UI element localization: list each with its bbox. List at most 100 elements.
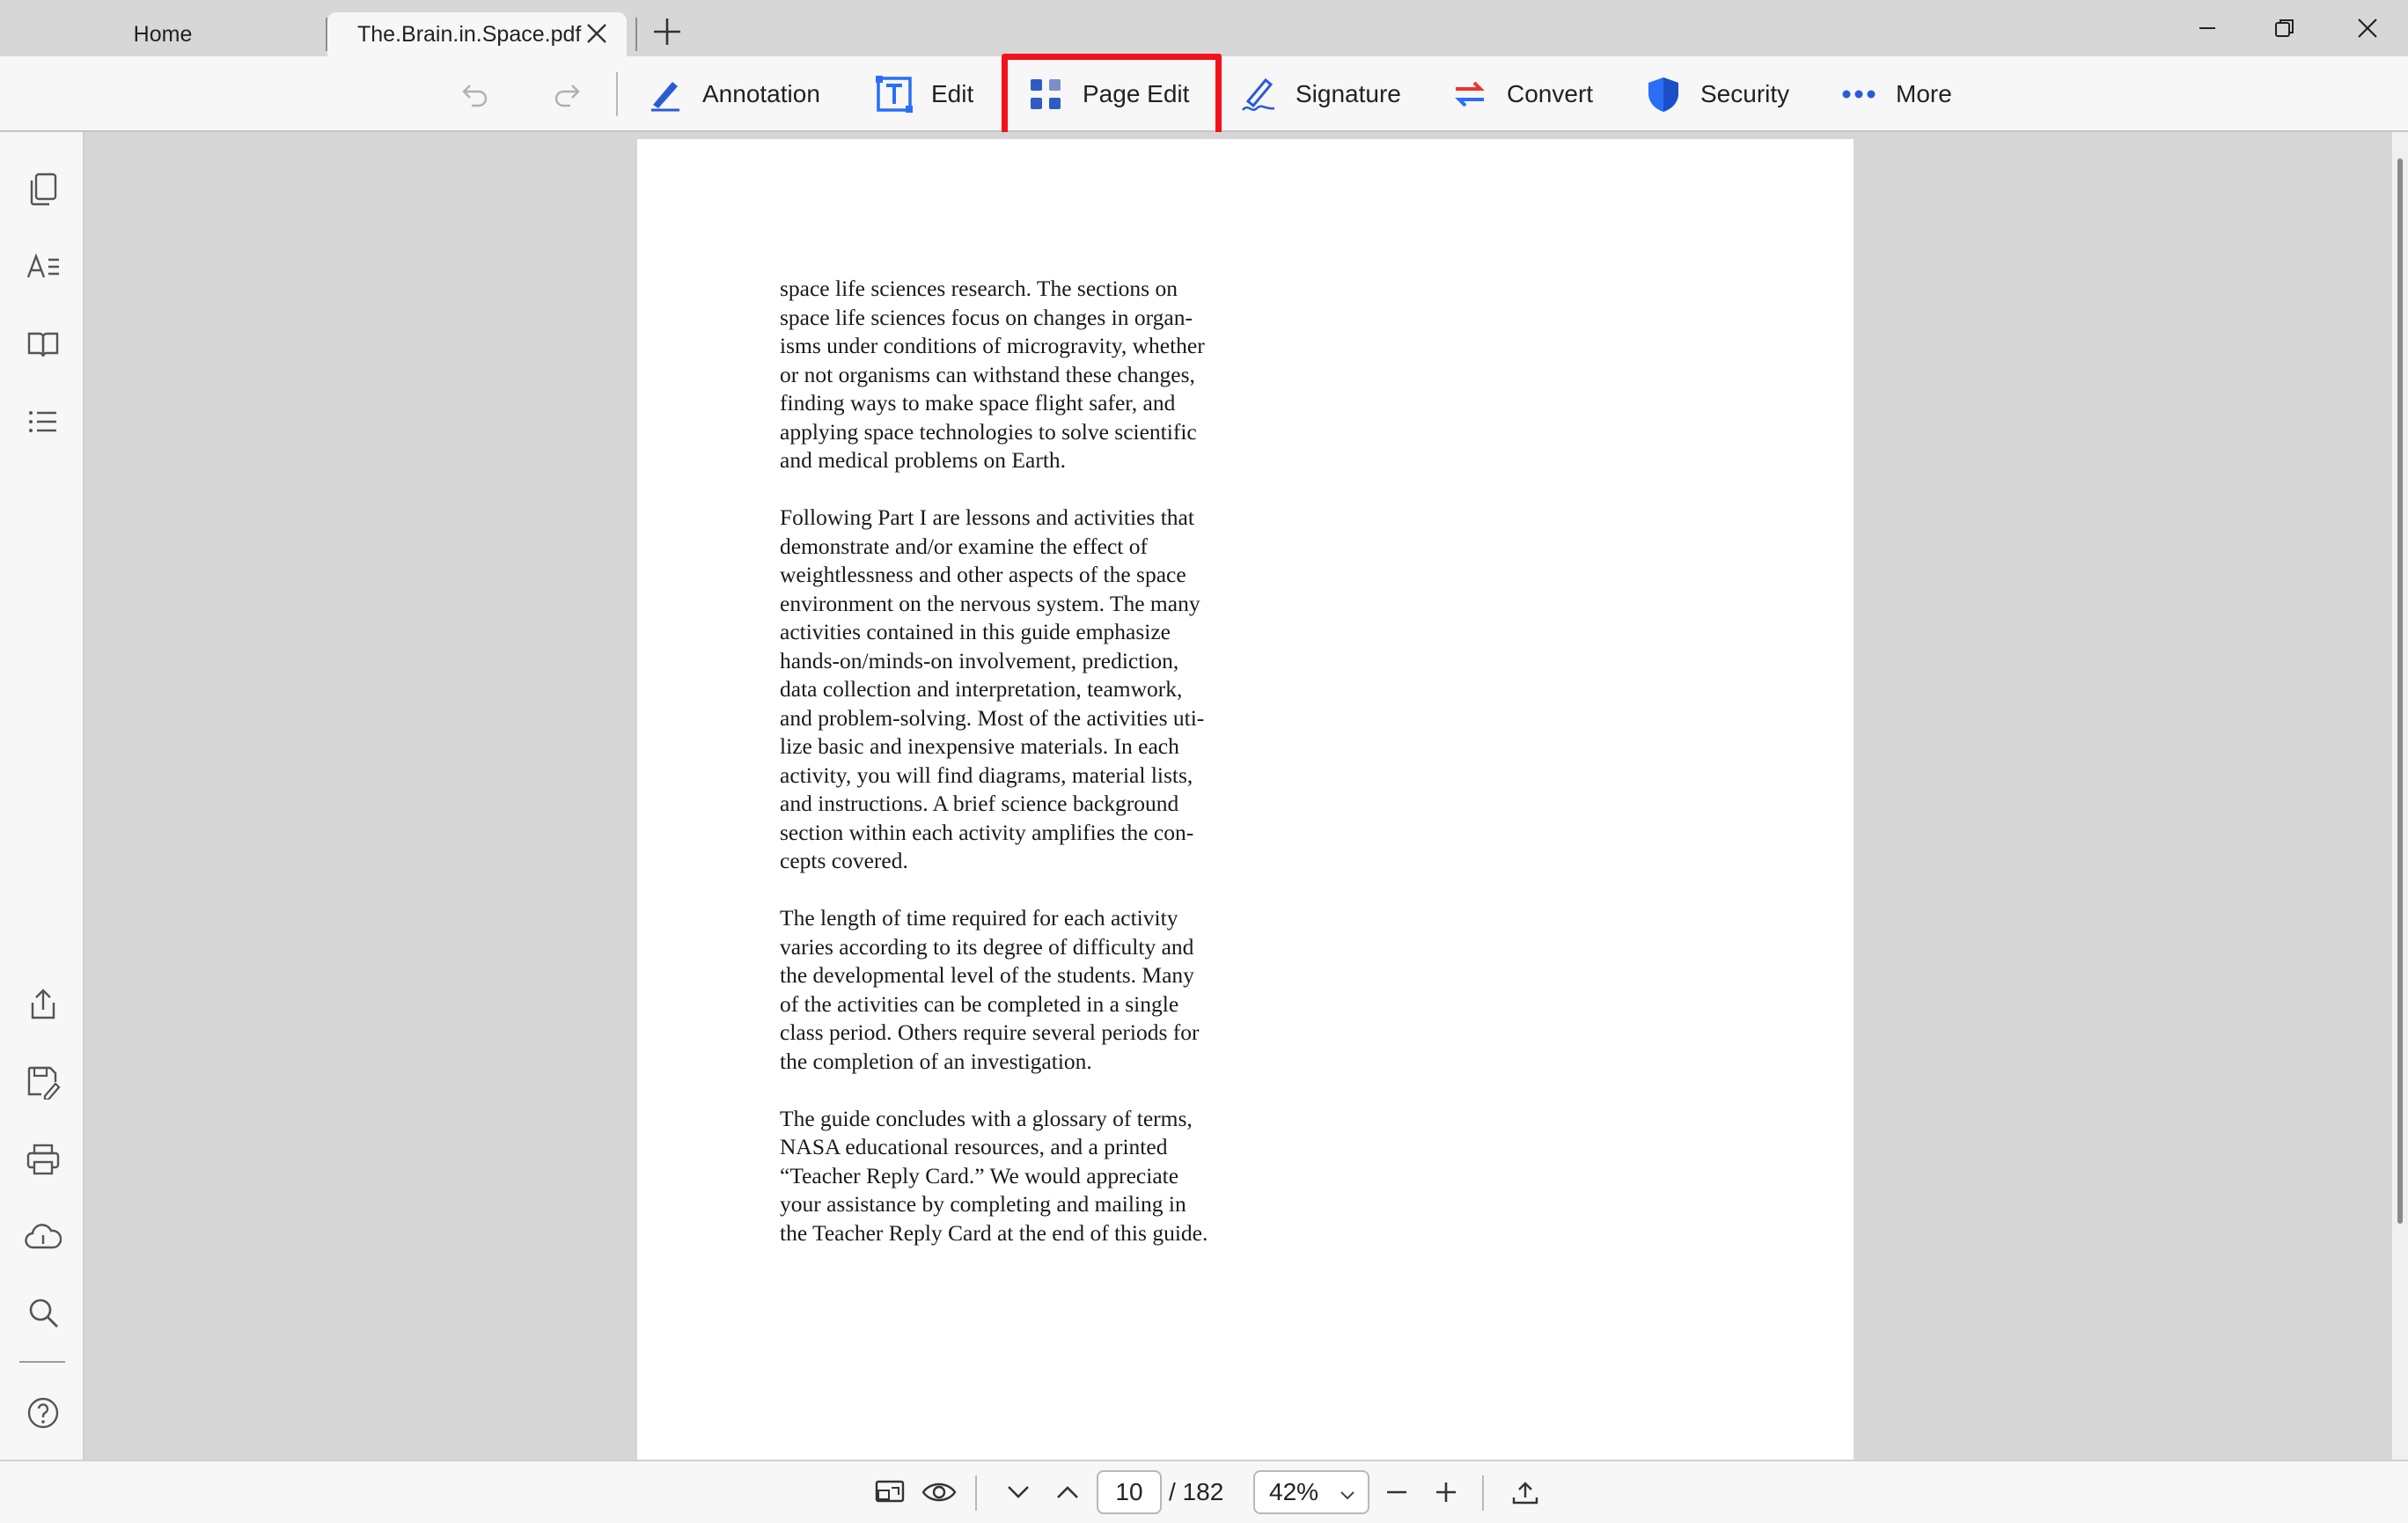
text-line: the Teacher Reply Card at the end of thi…: [780, 1219, 1208, 1246]
highlight-box: [1002, 54, 1222, 142]
text-line: environment on the nervous system. The m…: [780, 590, 1200, 616]
text-line: The length of time required for each act…: [780, 905, 1178, 931]
scrollbar-thumb[interactable]: [2397, 158, 2403, 1224]
document-paragraph: space life sciences research. The sectio…: [780, 275, 1273, 475]
upload-top-icon[interactable]: [1505, 1472, 1545, 1512]
tab-document[interactable]: The.Brain.in.Space.pdf: [327, 12, 627, 56]
shield-icon: [1644, 75, 1683, 114]
text-outline-icon[interactable]: [23, 246, 63, 287]
document-paragraph: The length of time required for each act…: [780, 904, 1273, 1076]
convert-button[interactable]: Convert: [1450, 56, 1593, 132]
text-line: or not organisms can withstand these cha…: [780, 361, 1195, 387]
zoom-in-icon[interactable]: [1426, 1472, 1466, 1512]
signature-button[interactable]: Signature: [1239, 56, 1401, 132]
prev-page-chevron-up-icon[interactable]: [1047, 1472, 1088, 1512]
zoom-value: 42%: [1269, 1478, 1319, 1505]
signature-icon: [1239, 75, 1278, 114]
text-line: applying space technologies to solve sci…: [780, 418, 1197, 445]
bottom-divider: [975, 1475, 977, 1511]
text-line: section within each activity amplifies t…: [780, 819, 1194, 845]
edit-label: Edit: [931, 80, 974, 107]
security-label: Security: [1700, 80, 1790, 107]
more-button[interactable]: More: [1839, 56, 1952, 132]
minimize-icon[interactable]: [2181, 11, 2234, 46]
new-tab-plus-icon[interactable]: [650, 14, 685, 49]
help-icon[interactable]: [23, 1393, 63, 1433]
security-button[interactable]: Security: [1644, 56, 1789, 132]
text-line: NASA educational resources, and a printe…: [780, 1134, 1168, 1159]
text-line: “Teacher Reply Card.” We would appreciat…: [780, 1162, 1179, 1188]
document-paragraph: Following Part I are lessons and activit…: [780, 504, 1273, 876]
page-number-input[interactable]: [1097, 1470, 1162, 1514]
text-line: cepts covered.: [780, 848, 908, 873]
page-text: space life sciences research. The sectio…: [780, 275, 1273, 1277]
text-line: hands-on/minds-on involvement, predictio…: [780, 647, 1179, 673]
annotation-button[interactable]: Annotation: [646, 56, 820, 132]
cloud-icon[interactable]: [23, 1217, 63, 1257]
text-line: weightlessness and other aspects of the …: [780, 562, 1186, 587]
text-line: finding ways to make space flight safer,…: [780, 390, 1176, 416]
undo-icon: [462, 85, 488, 107]
text-line: The guide concludes with a glossary of t…: [780, 1105, 1193, 1131]
save-edit-icon[interactable]: [23, 1062, 63, 1102]
sidebar-divider: [19, 1361, 65, 1363]
bookmark-book-icon[interactable]: [23, 324, 63, 364]
tab-divider: [635, 18, 637, 51]
pen-icon: [646, 75, 685, 114]
text-line: lize basic and inexpensive materials. In…: [780, 733, 1179, 759]
text-line: your assistance by completing and mailin…: [780, 1191, 1186, 1217]
chevron-down-icon: [1338, 1483, 1357, 1511]
redo-icon: [554, 85, 580, 107]
tab-home-label: Home: [133, 21, 193, 47]
text-line: the developmental level of the students.…: [780, 962, 1194, 988]
convert-icon: [1450, 75, 1489, 114]
page-total: / 182: [1169, 1478, 1224, 1505]
text-line: activities contained in this guide empha…: [780, 619, 1171, 644]
next-page-chevron-down-icon[interactable]: [998, 1472, 1039, 1512]
tab-document-label: The.Brain.in.Space.pdf: [357, 21, 582, 47]
eye-read-mode-icon[interactable]: [919, 1472, 959, 1512]
text-line: Following Part I are lessons and activit…: [780, 504, 1194, 530]
text-line: data collection and interpretation, team…: [780, 676, 1183, 702]
restore-icon[interactable]: [2258, 11, 2311, 46]
signature-label: Signature: [1296, 80, 1401, 107]
fit-page-icon[interactable]: [870, 1472, 910, 1512]
edit-button[interactable]: Edit: [875, 56, 973, 132]
more-label: More: [1896, 80, 1952, 107]
zoom-select[interactable]: 42%: [1253, 1470, 1369, 1514]
annotation-label: Annotation: [702, 80, 820, 107]
more-dots-icon: [1839, 75, 1878, 114]
text-edit-icon: [875, 75, 914, 114]
print-icon[interactable]: [23, 1139, 63, 1180]
toolbar-divider: [616, 72, 618, 116]
tab-home[interactable]: Home: [0, 12, 326, 56]
text-line: activity, you will find diagrams, materi…: [780, 762, 1193, 788]
text-line: of the activities can be completed in a …: [780, 990, 1179, 1017]
search-icon[interactable]: [23, 1292, 63, 1333]
bottom-divider: [1482, 1475, 1484, 1511]
close-tab-icon[interactable]: [583, 19, 611, 48]
document-paragraph: The guide concludes with a glossary of t…: [780, 1105, 1273, 1248]
zoom-out-icon[interactable]: [1377, 1472, 1417, 1512]
text-line: demonstrate and/or examine the effect of: [780, 533, 1148, 559]
bottom-status-bar: / 182 42%: [0, 1460, 2408, 1523]
left-sidebar: [0, 132, 84, 1460]
text-line: class period. Others require several per…: [780, 1019, 1200, 1045]
share-icon[interactable]: [23, 984, 63, 1025]
window-close-icon[interactable]: [2341, 11, 2394, 46]
text-line: and problem-solving. Most of the activit…: [780, 704, 1205, 731]
title-bar: Home The.Brain.in.Space.pdf: [0, 0, 2408, 56]
text-line: and medical problems on Earth.: [780, 447, 1067, 473]
redo-button[interactable]: [549, 56, 584, 132]
text-line: isms under conditions of microgravity, w…: [780, 333, 1205, 358]
text-line: and instructions. A brief science backgr…: [780, 791, 1179, 816]
undo-button[interactable]: [458, 56, 493, 132]
text-line: space life sciences focus on changes in …: [780, 304, 1193, 330]
pages-thumbnail-icon[interactable]: [23, 169, 63, 210]
text-line: varies according to its degree of diffic…: [780, 933, 1194, 960]
vertical-scrollbar[interactable]: [2392, 132, 2408, 1460]
text-line: the completion of an investigation.: [780, 1048, 1092, 1074]
convert-label: Convert: [1507, 80, 1594, 107]
text-line: space life sciences research. The sectio…: [780, 276, 1178, 301]
list-outline-icon[interactable]: [23, 401, 63, 442]
